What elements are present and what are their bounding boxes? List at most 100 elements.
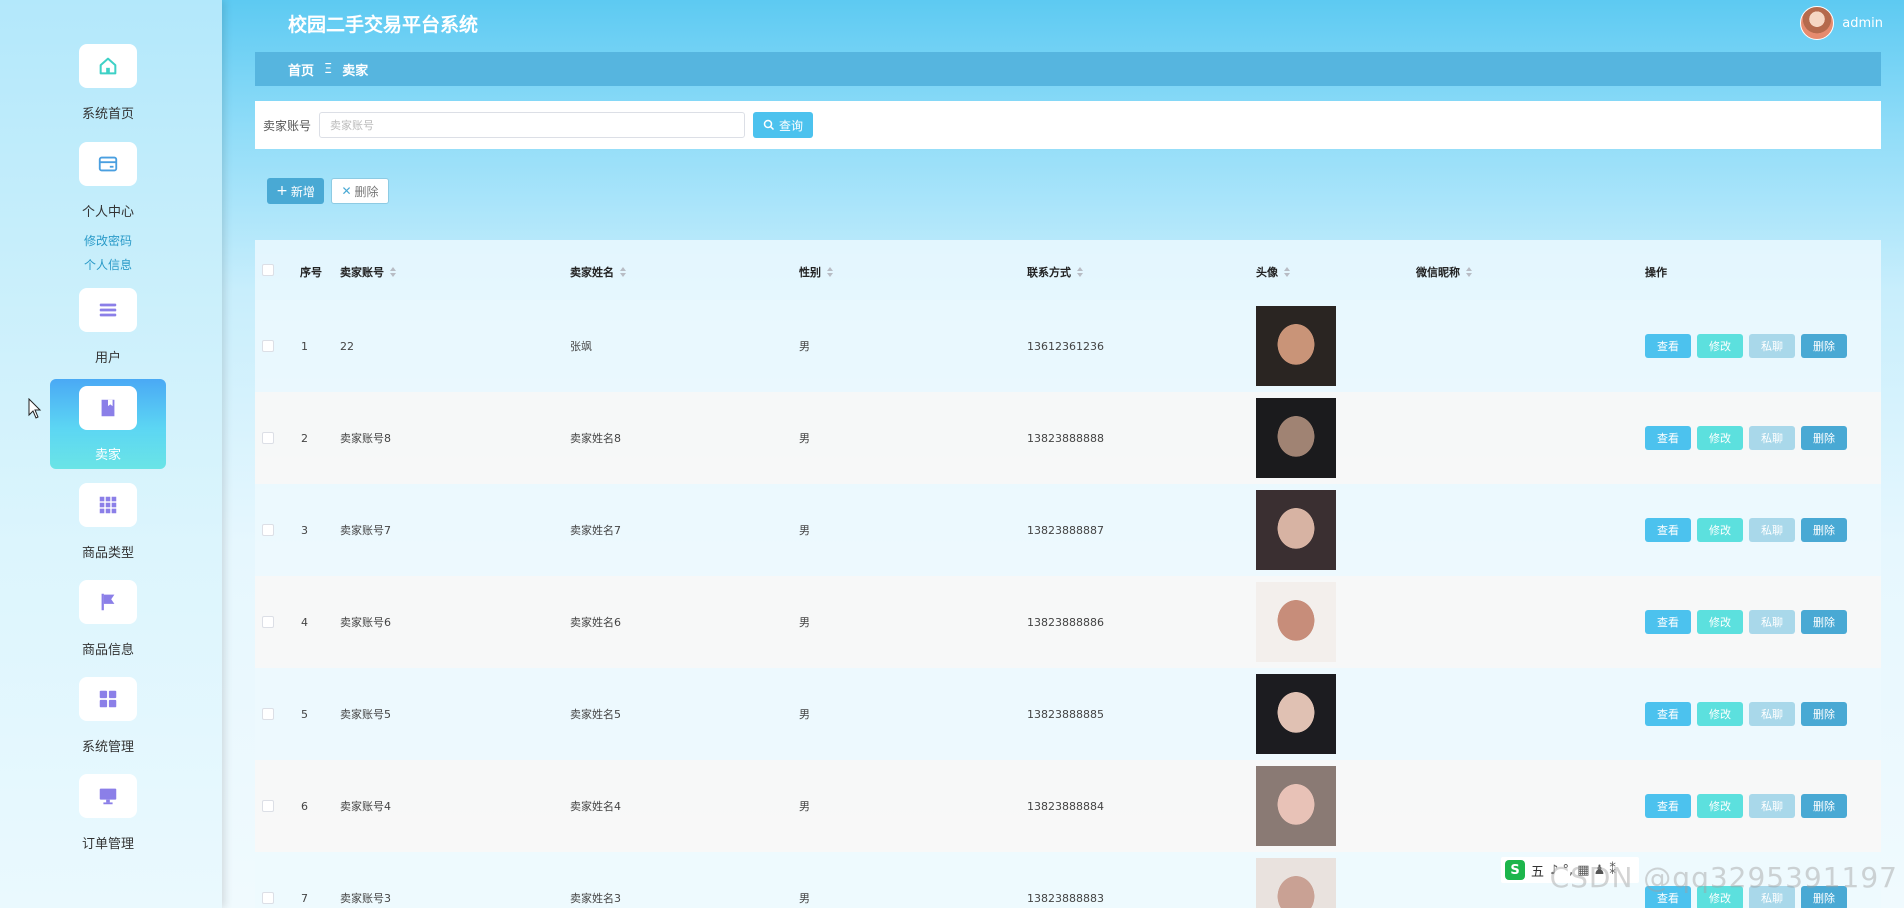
sort-icon[interactable] xyxy=(827,267,833,277)
cell-name: 卖家姓名6 xyxy=(570,616,621,629)
cell-index: 1 xyxy=(301,339,308,353)
header-avatar[interactable]: 头像 xyxy=(1256,264,1290,280)
row-actions: 查看 修改 私聊 删除 xyxy=(1645,702,1847,726)
row-checkbox[interactable] xyxy=(262,340,274,352)
seller-table: 序号 卖家账号 卖家姓名 性别 联系方式 头像 微信昵称 操作 1 22 张飒男 13… xyxy=(255,240,1881,908)
chat-button[interactable]: 私聊 xyxy=(1749,518,1795,542)
search-icon xyxy=(763,119,775,131)
seller-avatar-image[interactable] xyxy=(1256,306,1336,386)
chat-button[interactable]: 私聊 xyxy=(1749,702,1795,726)
user-menu[interactable]: admin xyxy=(1800,6,1883,40)
add-button-label: 新增 xyxy=(290,184,315,199)
cell-index: 7 xyxy=(301,891,308,905)
row-actions: 查看 修改 私聊 删除 xyxy=(1645,518,1847,542)
row-delete-button[interactable]: 删除 xyxy=(1801,334,1847,358)
sidebar-item-label: 个人中心 xyxy=(81,205,134,220)
edit-button[interactable]: 修改 xyxy=(1697,334,1743,358)
view-button[interactable]: 查看 xyxy=(1645,610,1691,634)
sidebar-item-seller[interactable]: 卖家 xyxy=(50,379,166,469)
row-checkbox[interactable] xyxy=(262,432,274,444)
user-avatar[interactable] xyxy=(1800,6,1835,40)
seller-avatar-image[interactable] xyxy=(1256,582,1336,662)
header-gender[interactable]: 性别 xyxy=(799,264,833,280)
sidebar-item-label: 商品类型 xyxy=(81,546,134,561)
chat-button[interactable]: 私聊 xyxy=(1749,610,1795,634)
cell-name: 张飒 xyxy=(570,340,592,353)
row-delete-button[interactable]: 删除 xyxy=(1801,426,1847,450)
seller-avatar-image[interactable] xyxy=(1256,766,1336,846)
view-button[interactable]: 查看 xyxy=(1645,702,1691,726)
search-button-label: 查询 xyxy=(779,118,804,133)
sort-icon[interactable] xyxy=(1466,267,1472,277)
edit-button[interactable]: 修改 xyxy=(1697,610,1743,634)
edit-button[interactable]: 修改 xyxy=(1697,426,1743,450)
sort-icon[interactable] xyxy=(620,267,626,277)
seller-avatar-image[interactable] xyxy=(1256,398,1336,478)
header-ops: 操作 xyxy=(1645,266,1667,279)
chat-button[interactable]: 私聊 xyxy=(1749,334,1795,358)
sidebar-item-personal-center[interactable]: 个人中心 xyxy=(50,142,166,220)
search-input[interactable] xyxy=(319,112,746,138)
view-button[interactable]: 查看 xyxy=(1645,794,1691,818)
sidebar-item-system-management[interactable]: 系统管理 xyxy=(50,677,166,755)
sort-icon[interactable] xyxy=(390,267,396,277)
sidebar-item-label: 系统管理 xyxy=(81,740,134,755)
breadcrumb-home[interactable]: 首页 xyxy=(288,60,314,79)
sidebar-subitem-personal-info[interactable]: 个人信息 xyxy=(50,253,166,277)
view-button[interactable]: 查看 xyxy=(1645,518,1691,542)
cell-contact: 13823888883 xyxy=(1027,891,1104,905)
header-contact[interactable]: 联系方式 xyxy=(1027,264,1083,280)
sidebar-subitem-change-password[interactable]: 修改密码 xyxy=(50,229,166,253)
row-checkbox[interactable] xyxy=(262,708,274,720)
seller-avatar-image[interactable] xyxy=(1256,490,1336,570)
blocks-icon xyxy=(79,677,137,721)
header-index: 序号 xyxy=(300,266,322,279)
seller-avatar-image[interactable] xyxy=(1256,674,1336,754)
user-name: admin xyxy=(1842,15,1883,31)
sidebar-item-label: 用户 xyxy=(94,351,121,366)
row-checkbox[interactable] xyxy=(262,616,274,628)
cell-contact: 13823888885 xyxy=(1027,707,1104,721)
cell-contact: 13612361236 xyxy=(1027,339,1104,353)
row-checkbox[interactable] xyxy=(262,800,274,812)
close-icon: ✕ xyxy=(341,184,352,198)
row-delete-button[interactable]: 删除 xyxy=(1801,610,1847,634)
cell-gender: 男 xyxy=(799,800,810,813)
chat-button[interactable]: 私聊 xyxy=(1749,426,1795,450)
sidebar-item-label: 卖家 xyxy=(94,448,121,463)
cell-gender: 男 xyxy=(799,340,810,353)
sidebar-item-order-management[interactable]: 订单管理 xyxy=(50,774,166,852)
sort-icon[interactable] xyxy=(1077,267,1083,277)
sort-icon[interactable] xyxy=(1284,267,1290,277)
view-button[interactable]: 查看 xyxy=(1645,334,1691,358)
edit-button[interactable]: 修改 xyxy=(1697,794,1743,818)
cell-account: 卖家账号7 xyxy=(340,524,391,537)
edit-button[interactable]: 修改 xyxy=(1697,702,1743,726)
edit-button[interactable]: 修改 xyxy=(1697,518,1743,542)
sidebar-item-home[interactable]: 系统首页 xyxy=(50,44,166,122)
row-delete-button[interactable]: 删除 xyxy=(1801,702,1847,726)
row-checkbox[interactable] xyxy=(262,892,274,904)
row-delete-button[interactable]: 删除 xyxy=(1801,794,1847,818)
view-button[interactable]: 查看 xyxy=(1645,426,1691,450)
home-icon xyxy=(79,44,137,88)
sidebar-item-product-type[interactable]: 商品类型 xyxy=(50,483,166,561)
header-wechat[interactable]: 微信昵称 xyxy=(1416,264,1472,280)
monitor-icon xyxy=(79,774,137,818)
breadcrumb-current: 卖家 xyxy=(342,63,369,79)
sidebar-item-product-info[interactable]: 商品信息 xyxy=(50,580,166,658)
list-icon xyxy=(79,288,137,332)
chat-button[interactable]: 私聊 xyxy=(1749,794,1795,818)
add-button[interactable]: + 新增 xyxy=(267,178,324,204)
header-name[interactable]: 卖家姓名 xyxy=(570,264,626,280)
delete-button[interactable]: ✕ 删除 xyxy=(331,178,389,204)
header-account[interactable]: 卖家账号 xyxy=(340,264,396,280)
search-button[interactable]: 查询 xyxy=(753,112,814,138)
select-all-checkbox[interactable] xyxy=(262,264,274,276)
delete-button-label: 删除 xyxy=(354,184,379,199)
sidebar-item-users[interactable]: 用户 xyxy=(50,288,166,366)
row-delete-button[interactable]: 删除 xyxy=(1801,518,1847,542)
row-checkbox[interactable] xyxy=(262,524,274,536)
seller-avatar-image[interactable] xyxy=(1256,858,1336,908)
search-bar: 卖家账号 查询 xyxy=(255,101,1881,149)
